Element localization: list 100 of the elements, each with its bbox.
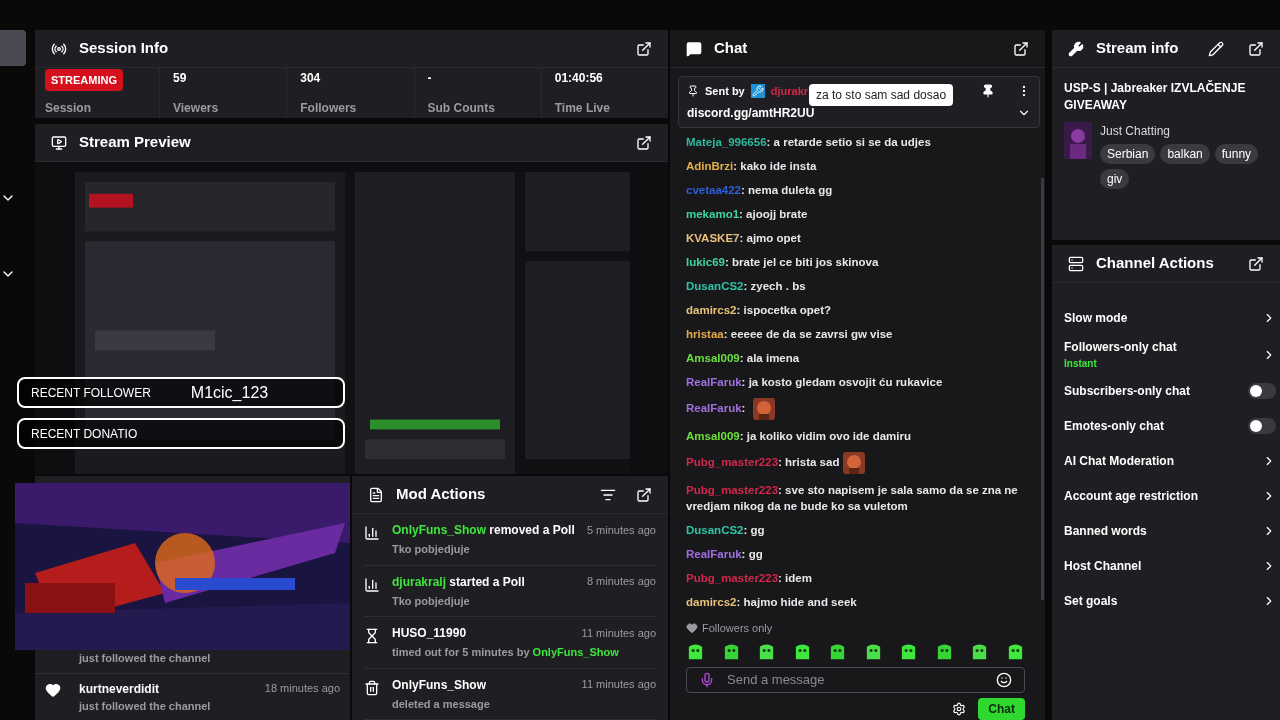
chat-message: RealFaruk: gg bbox=[686, 547, 764, 562]
channel-action-label[interactable]: Followers-only chat bbox=[1064, 338, 1262, 356]
mod-action-text: OnlyFuns_Show bbox=[392, 676, 487, 694]
chat-message: mekamo1: ajoojj brate bbox=[686, 207, 809, 222]
chat-message: Mateja_996656: a retarde setio si se da udjes bbox=[686, 135, 932, 150]
emoji-icon[interactable] bbox=[996, 671, 1012, 688]
chat-message: RealFaruk: bbox=[686, 394, 1025, 424]
category-name[interactable]: Just Chatting bbox=[1100, 122, 1268, 140]
stream-title: USP-S | Jabreaker IZVLAČENJE GIVEAWAY bbox=[1064, 80, 1247, 114]
panel-title: Stream info bbox=[1096, 38, 1179, 59]
pin-icon[interactable] bbox=[981, 84, 995, 99]
mod-action-text: djurakralj started a Poll bbox=[392, 573, 526, 591]
toggle-switch[interactable] bbox=[1248, 418, 1276, 434]
edit-icon[interactable] bbox=[1208, 40, 1224, 57]
chat-message: Amsal009: ja koliko vidim ovo ide damiru bbox=[686, 429, 912, 444]
pin-icon bbox=[687, 85, 699, 98]
overlay-label: RECENT DONATIO bbox=[31, 425, 138, 443]
pinned-message-card[interactable]: Sent by djurakr discord.gg/amtHR2UU za to sto sam sad dosao bbox=[678, 76, 1040, 128]
stat-label: Time Live bbox=[554, 100, 611, 117]
popout-icon[interactable] bbox=[1248, 40, 1264, 57]
channel-action-label[interactable]: Slow mode bbox=[1064, 309, 1262, 327]
mod-action-time: 11 minutes ago bbox=[581, 625, 656, 641]
chat-message: lukic69: brate jel ce biti jos skinova bbox=[686, 255, 880, 270]
toggle-switch[interactable] bbox=[1248, 383, 1276, 399]
server-icon bbox=[1068, 255, 1084, 272]
panel-title: Session Info bbox=[79, 38, 169, 59]
popout-icon[interactable] bbox=[1248, 255, 1264, 272]
channel-action-label[interactable]: Account age restriction bbox=[1064, 487, 1262, 505]
message-field[interactable]: Send a message bbox=[727, 670, 984, 690]
channel-action-label[interactable]: Host Channel bbox=[1064, 557, 1262, 575]
heart-icon bbox=[45, 681, 61, 698]
preview-icon bbox=[51, 134, 67, 151]
emote-icon bbox=[843, 452, 866, 474]
wrench-icon bbox=[1068, 40, 1084, 57]
chat-message: DusanCS2: zyech . bs bbox=[686, 279, 807, 294]
pinned-message: discord.gg/amtHR2UU bbox=[687, 104, 816, 122]
mod-action-text: HUSO_11990 bbox=[392, 625, 468, 642]
tag[interactable]: balkan bbox=[1160, 144, 1210, 164]
stat-label: Session bbox=[45, 100, 93, 118]
message-input[interactable]: Send a message bbox=[686, 666, 1025, 693]
hourglass-icon bbox=[364, 628, 380, 644]
overlay-value: M1cic_123 bbox=[190, 382, 269, 403]
popout-icon[interactable] bbox=[636, 486, 652, 503]
stat-value: - bbox=[427, 70, 433, 87]
mod-action-time: 11 minutes ago bbox=[581, 677, 656, 693]
chat-message: KVASKE7: ajmo opet bbox=[686, 231, 802, 246]
chat-send-button[interactable]: Chat bbox=[978, 698, 1025, 720]
mod-action-time: 5 minutes ago bbox=[586, 522, 656, 538]
feed-detail: just followed the channel bbox=[79, 698, 212, 714]
tag[interactable]: Serbian bbox=[1100, 144, 1156, 164]
channel-action-label[interactable]: Subscribers-only chat bbox=[1064, 382, 1248, 400]
chat-message: Pubg_master223: idem bbox=[686, 571, 813, 586]
chart-icon bbox=[364, 576, 380, 593]
chat-message: cvetaa422: nema duleta gg bbox=[686, 183, 834, 198]
mod-action-detail: timed out for 5 minutes by OnlyFuns_Show bbox=[392, 645, 620, 660]
panel-title: Stream Preview bbox=[79, 132, 191, 153]
mod-action-text: OnlyFuns_Show removed a Poll bbox=[392, 522, 576, 539]
tag[interactable]: funny bbox=[1214, 144, 1259, 164]
followers-only-label: Followers only bbox=[702, 621, 773, 636]
channel-action-value: Instant bbox=[1064, 357, 1098, 371]
feed-user: kurtneverdidit bbox=[79, 680, 160, 698]
tooltip: za to sto sam sad dosao bbox=[809, 84, 954, 106]
mod-action-detail: deleted a message bbox=[392, 696, 491, 712]
stat-label: Sub Counts bbox=[427, 100, 496, 117]
moderator-badge-icon bbox=[750, 84, 765, 99]
popout-icon[interactable] bbox=[1013, 40, 1029, 57]
feed-time: 18 minutes ago bbox=[264, 680, 340, 696]
panel-title: Channel Actions bbox=[1096, 253, 1214, 274]
emote-icon[interactable] bbox=[686, 642, 705, 662]
chat-message: DusanCS2: gg bbox=[686, 523, 766, 538]
panel-title: Mod Actions bbox=[396, 484, 486, 505]
channel-action-label[interactable]: AI Chat Moderation bbox=[1064, 452, 1262, 470]
stat-value: 304 bbox=[300, 70, 322, 87]
emote-icon bbox=[752, 398, 775, 420]
overlay-label: RECENT FOLLOWER bbox=[31, 384, 151, 402]
chart-icon bbox=[364, 525, 380, 541]
microphone-icon[interactable] bbox=[699, 671, 715, 688]
chat-message: Pubg_master223: hrista sad bbox=[686, 448, 1025, 478]
channel-action-label[interactable]: Emotes-only chat bbox=[1064, 417, 1248, 435]
chat-message: AdinBrzi: kako ide insta bbox=[686, 159, 818, 174]
stat-label: Followers bbox=[300, 100, 358, 117]
popout-icon[interactable] bbox=[636, 40, 652, 57]
sent-by-label: Sent by bbox=[705, 84, 745, 99]
mod-action-detail: Tko pobjedjuje bbox=[392, 542, 471, 557]
chat-message: RealFaruk: ja kosto gledam osvojit ću rukavice bbox=[686, 375, 944, 390]
mod-action-time: 8 minutes ago bbox=[586, 574, 656, 590]
chat-message: damircs2: hajmo hide and seek bbox=[686, 595, 858, 610]
streaming-badge: STREAMING bbox=[45, 68, 123, 92]
chat-message: hristaa: eeeee de da se zavrsi gw vise bbox=[686, 327, 894, 342]
tag[interactable]: giv bbox=[1100, 169, 1130, 189]
channel-action-label[interactable]: Set goals bbox=[1064, 592, 1262, 610]
mod-action-detail: Tko pobjedjuje bbox=[392, 593, 471, 609]
trash-icon bbox=[364, 679, 380, 696]
chat-message: Amsal009: ala imena bbox=[686, 351, 801, 366]
panel-title: Chat bbox=[714, 38, 748, 59]
popout-icon[interactable] bbox=[636, 134, 652, 151]
feed-detail: just followed the channel bbox=[79, 651, 212, 666]
channel-action-label[interactable]: Banned words bbox=[1064, 522, 1262, 540]
chat-icon bbox=[686, 40, 702, 57]
settings-icon[interactable] bbox=[952, 702, 967, 716]
